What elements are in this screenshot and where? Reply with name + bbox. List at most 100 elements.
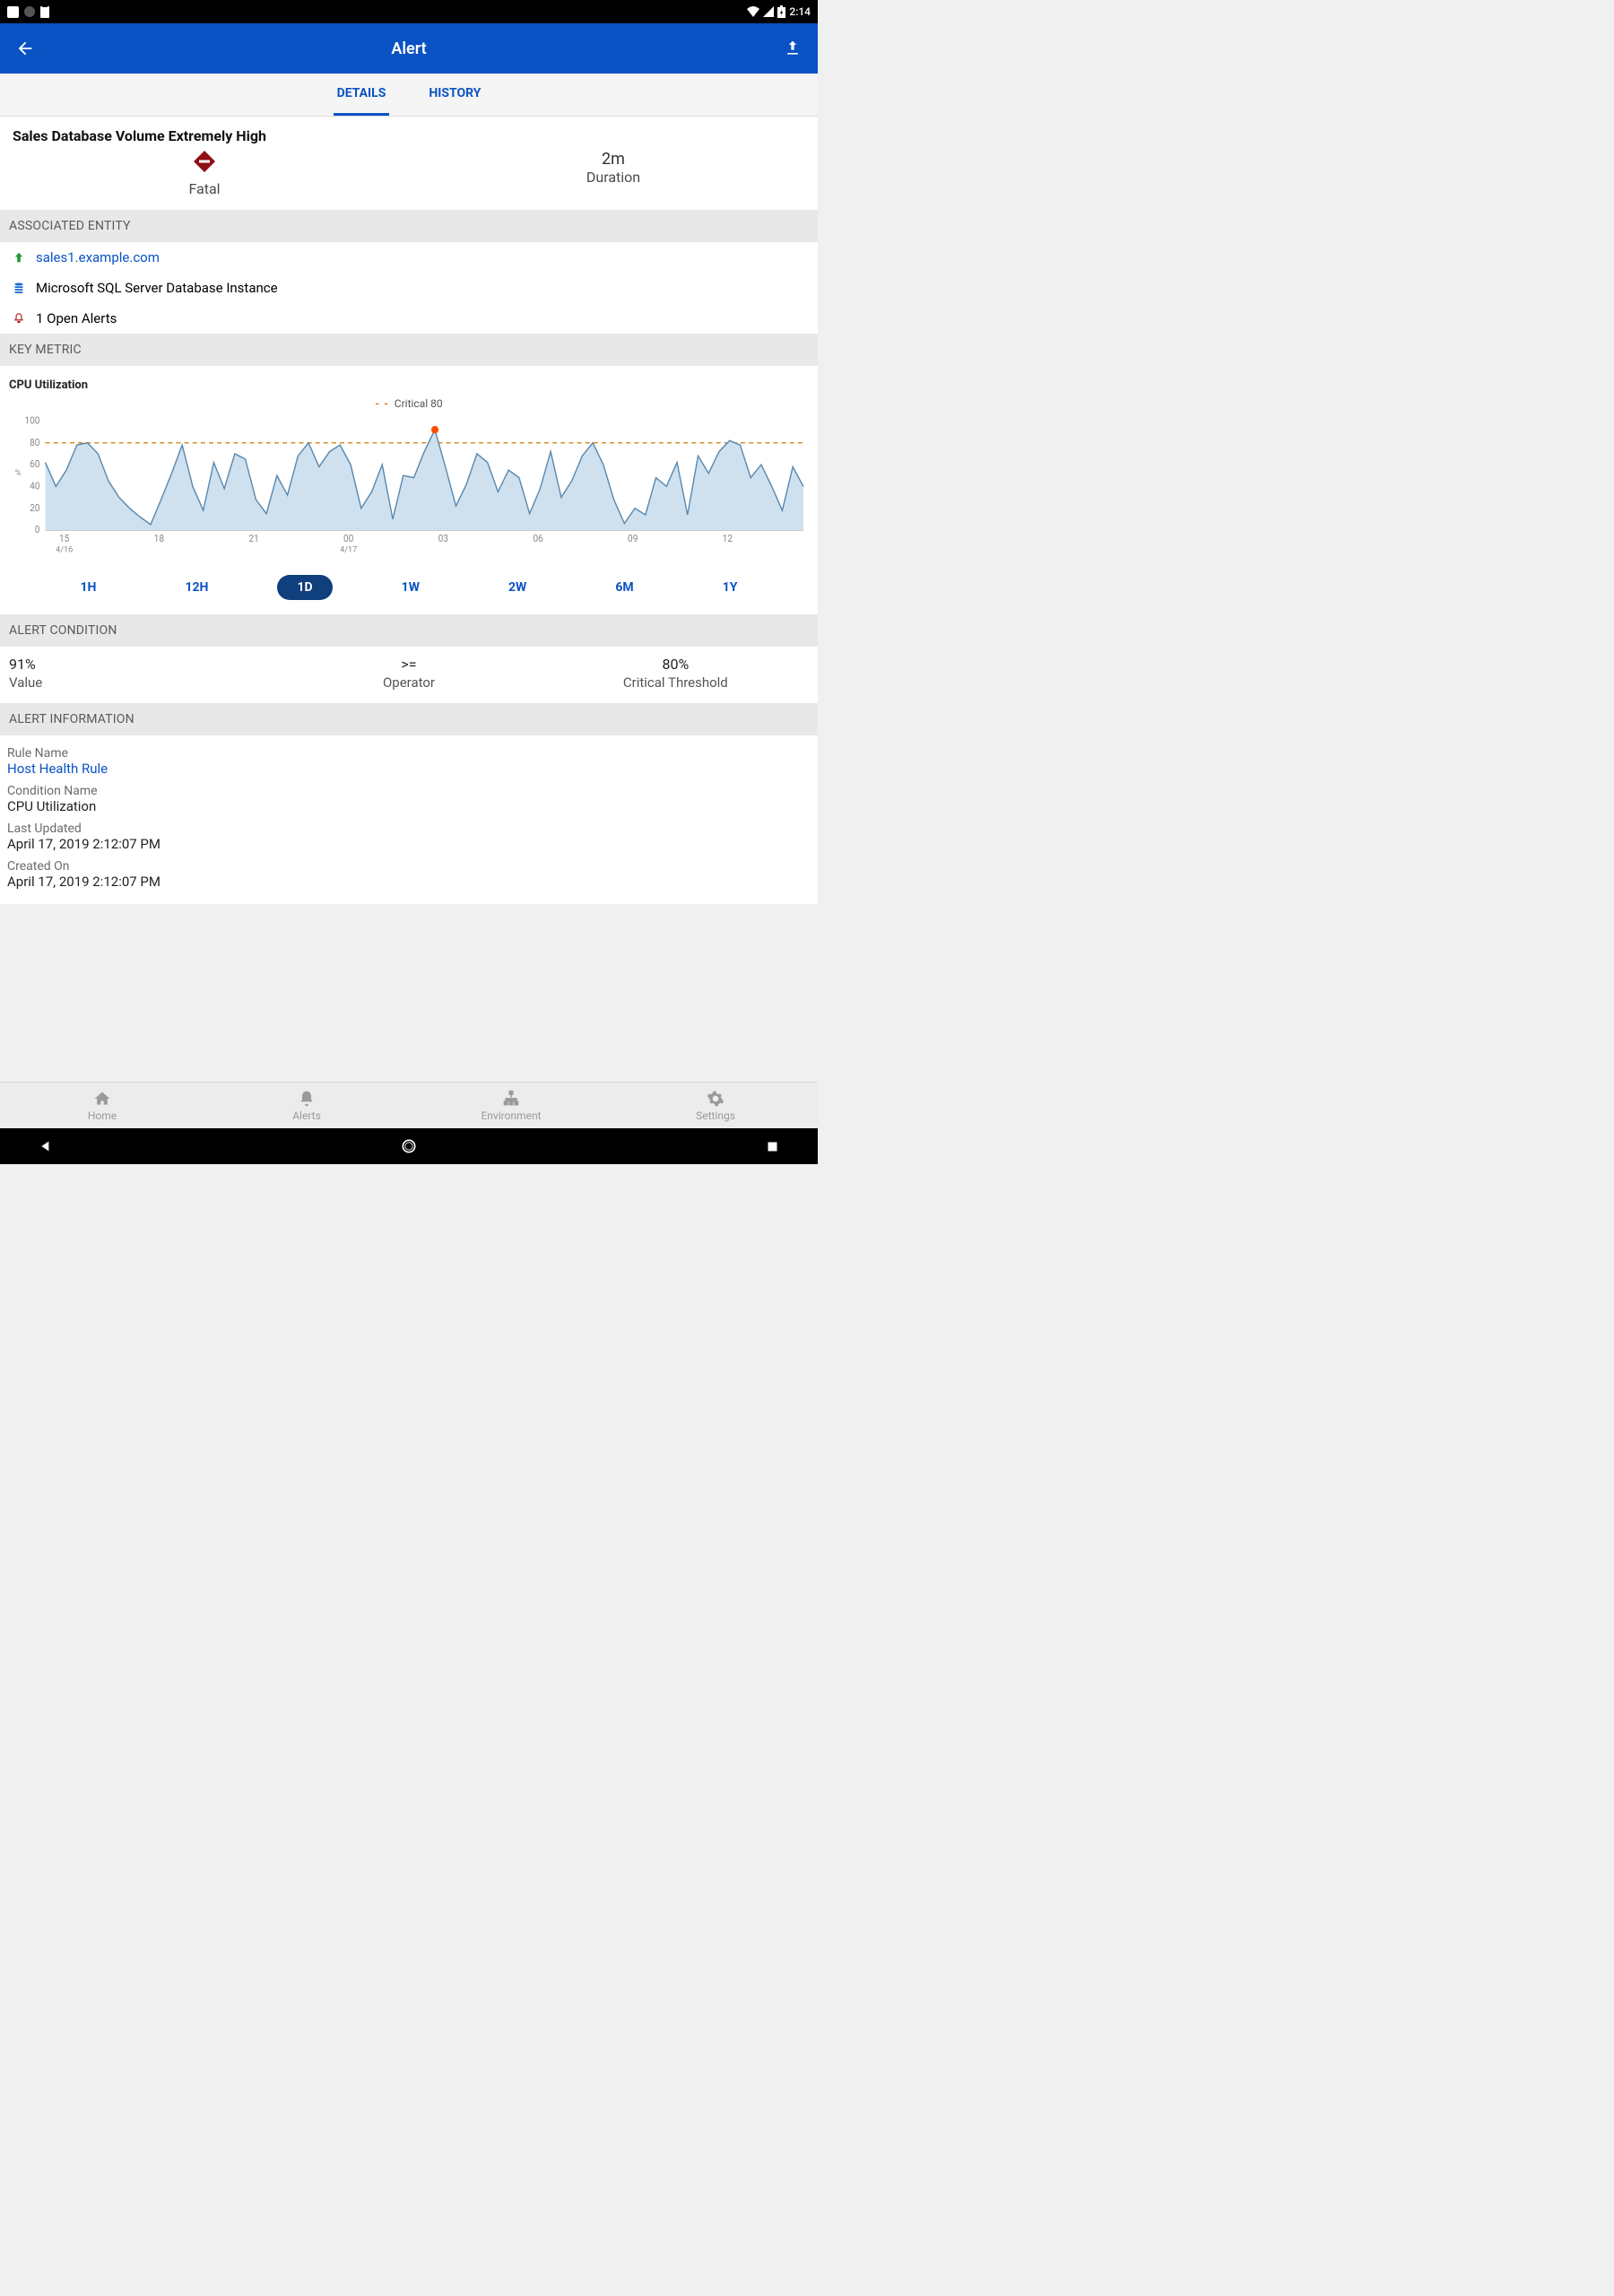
range-1w[interactable]: 1W	[382, 575, 439, 600]
svg-text:15: 15	[59, 533, 70, 544]
nav-alerts[interactable]: Alerts	[204, 1083, 409, 1128]
last-updated-label: Last Updated	[7, 822, 811, 836]
entity-open-alerts-row[interactable]: 1 Open Alerts	[0, 303, 818, 334]
tab-details[interactable]: DETAILS	[334, 74, 390, 116]
duration-block: 2m Duration	[409, 150, 818, 197]
content: Sales Database Volume Extremely High Fat…	[0, 117, 818, 904]
entity-type-row: Microsoft SQL Server Database Instance	[0, 273, 818, 303]
legend-label: Critical 80	[395, 397, 443, 410]
range-1h[interactable]: 1H	[61, 575, 117, 600]
home-icon	[92, 1090, 112, 1108]
svg-text:60: 60	[30, 458, 40, 470]
nav-settings-label: Settings	[696, 1109, 735, 1122]
entity-host-link: sales1.example.com	[36, 249, 160, 265]
condition-threshold-col: 80% Critical Threshold	[542, 656, 809, 691]
svg-text:x: x	[756, 11, 759, 17]
sd-card-icon	[40, 6, 49, 18]
section-key-metric: KEY METRIC	[0, 334, 818, 366]
circle-icon	[400, 1137, 418, 1155]
alert-summary: Fatal 2m Duration	[0, 150, 818, 210]
condition-operator-label: Operator	[275, 674, 542, 691]
svg-text:18: 18	[154, 533, 165, 544]
chart-legend: - - Critical 80	[9, 397, 809, 412]
nav-environment-label: Environment	[481, 1109, 541, 1122]
tab-bar: DETAILS HISTORY	[0, 74, 818, 117]
condition-threshold: 80%	[542, 656, 809, 673]
duration-label: Duration	[409, 169, 818, 186]
status-notification-icon	[24, 6, 35, 17]
entity-list: sales1.example.com Microsoft SQL Server …	[0, 242, 818, 334]
section-alert-information: ALERT INFORMATION	[0, 703, 818, 735]
created-on-value: April 17, 2019 2:12:07 PM	[7, 874, 811, 890]
android-back[interactable]	[36, 1136, 56, 1156]
condition-value: 91%	[9, 656, 275, 673]
square-icon	[766, 1140, 779, 1153]
condition-threshold-label: Critical Threshold	[542, 674, 809, 691]
created-on-label: Created On	[7, 859, 811, 874]
range-1d[interactable]: 1D	[277, 575, 332, 600]
entity-host-row[interactable]: sales1.example.com	[0, 242, 818, 273]
metric-title: CPU Utilization	[9, 375, 809, 397]
database-icon	[11, 282, 27, 294]
condition-value-col: 91% Value	[9, 656, 275, 691]
triangle-left-icon	[39, 1139, 53, 1153]
rule-name-link[interactable]: Host Health Rule	[7, 761, 811, 777]
upload-icon	[784, 39, 802, 57]
fatal-severity-icon	[193, 150, 216, 173]
status-left	[7, 6, 49, 18]
svg-text:21: 21	[248, 533, 258, 544]
info-created-on: Created On April 17, 2019 2:12:07 PM	[7, 856, 811, 893]
nav-environment[interactable]: Environment	[409, 1083, 613, 1128]
sitemap-icon	[501, 1090, 521, 1108]
page-title: Alert	[36, 39, 782, 58]
time-range-selector: 1H 12H 1D 1W 2W 6M 1Y	[0, 562, 818, 614]
svg-text:4/16: 4/16	[56, 544, 73, 554]
cpu-utilization-chart[interactable]: 020406080100%154/161821004/1703060912	[9, 415, 809, 559]
android-status-bar: x 2:14	[0, 0, 818, 23]
section-alert-condition: ALERT CONDITION	[0, 614, 818, 647]
condition-name-label: Condition Name	[7, 784, 811, 798]
nav-home[interactable]: Home	[0, 1083, 204, 1128]
bottom-nav: Home Alerts Environment Settings	[0, 1082, 818, 1128]
entity-type-text: Microsoft SQL Server Database Instance	[36, 280, 278, 296]
svg-text:06: 06	[533, 533, 543, 544]
signal-icon	[763, 6, 774, 17]
android-home[interactable]	[399, 1136, 419, 1156]
condition-row: 91% Value >= Operator 80% Critical Thres…	[0, 647, 818, 703]
svg-text:12: 12	[723, 533, 733, 544]
range-12h[interactable]: 12H	[165, 575, 228, 600]
android-nav-bar	[0, 1128, 818, 1164]
android-recent[interactable]	[762, 1136, 782, 1156]
nav-settings[interactable]: Settings	[613, 1083, 818, 1128]
open-alerts-text: 1 Open Alerts	[36, 310, 117, 326]
bell-icon	[11, 312, 27, 325]
info-condition-name: Condition Name CPU Utilization	[7, 780, 811, 818]
svg-text:100: 100	[24, 415, 39, 427]
info-rule-name: Rule Name Host Health Rule	[7, 743, 811, 780]
svg-text:03: 03	[438, 533, 449, 544]
status-notification-icon	[7, 6, 19, 18]
status-right: x 2:14	[747, 5, 811, 18]
condition-operator: >=	[275, 656, 542, 673]
svg-text:80: 80	[30, 437, 40, 448]
tab-history[interactable]: HISTORY	[425, 74, 484, 116]
svg-text:00: 00	[343, 533, 354, 544]
metric-block: CPU Utilization - - Critical 80 02040608…	[0, 366, 818, 562]
share-button[interactable]	[782, 38, 803, 59]
back-button[interactable]	[14, 38, 36, 59]
range-6m[interactable]: 6M	[595, 575, 653, 600]
alert-title: Sales Database Volume Extremely High	[0, 117, 818, 150]
section-associated-entity: ASSOCIATED ENTITY	[0, 210, 818, 242]
range-1y[interactable]: 1Y	[703, 575, 758, 600]
svg-text:40: 40	[30, 480, 40, 491]
nav-home-label: Home	[88, 1109, 117, 1122]
svg-text:20: 20	[30, 502, 40, 514]
arrow-up-icon	[11, 251, 27, 264]
arrow-left-icon	[15, 39, 35, 58]
bell-icon	[298, 1090, 316, 1108]
nav-alerts-label: Alerts	[292, 1109, 321, 1122]
info-block: Rule Name Host Health Rule Condition Nam…	[0, 735, 818, 904]
range-2w[interactable]: 2W	[489, 575, 546, 600]
battery-icon	[777, 5, 785, 18]
rule-name-label: Rule Name	[7, 746, 811, 761]
